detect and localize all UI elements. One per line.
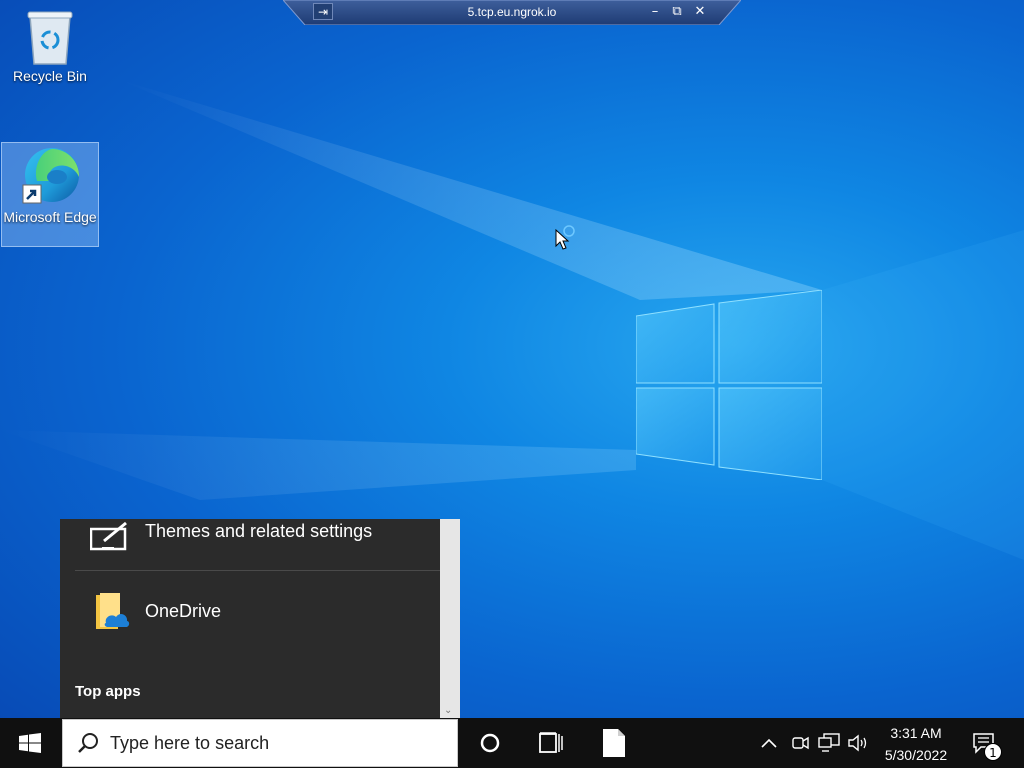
minimize-button[interactable]: –: [645, 3, 665, 21]
taskbar-search-box[interactable]: Type here to search: [62, 719, 458, 767]
mouse-cursor-icon: [555, 225, 575, 250]
volume-speaker-icon[interactable]: [848, 733, 870, 753]
top-apps-heading: Top apps: [75, 683, 141, 700]
microsoft-edge-icon: [22, 148, 80, 204]
desktop-icon-recycle-bin[interactable]: Recycle Bin: [1, 6, 99, 98]
panel-divider: [75, 570, 440, 571]
onedrive-folder-icon: [96, 593, 130, 629]
chevron-down-icon[interactable]: ⌄: [444, 705, 452, 716]
search-result-onedrive[interactable]: OneDrive: [145, 601, 221, 622]
clock-time: 3:31 AM: [890, 725, 942, 741]
clock-date: 5/30/2022: [884, 747, 948, 763]
notification-count-badge: 1: [984, 743, 1002, 761]
start-search-panel: Themes and related settings OneDrive Top…: [60, 519, 460, 718]
desktop-icon-label: Microsoft Edge: [3, 209, 97, 225]
search-result-themes-settings[interactable]: Themes and related settings: [145, 521, 372, 542]
meet-now-icon[interactable]: [790, 734, 810, 752]
file-explorer-document-icon[interactable]: [603, 729, 625, 757]
network-icon[interactable]: [818, 733, 840, 753]
desktop-icon-label: Recycle Bin: [13, 68, 87, 84]
remote-host-title: 5.tcp.eu.ngrok.io: [467, 5, 557, 19]
cortana-icon[interactable]: [480, 733, 500, 753]
panel-scrollbar[interactable]: ⌄: [440, 519, 460, 718]
windows-logo-wallpaper: [636, 290, 822, 480]
search-placeholder: Type here to search: [110, 733, 270, 753]
desktop-icon-microsoft-edge[interactable]: Microsoft Edge: [1, 142, 99, 247]
recycle-bin-icon: [27, 11, 73, 65]
start-button-windows-icon[interactable]: [19, 733, 41, 753]
themes-settings-icon: [90, 521, 127, 551]
taskbar-clock[interactable]: 3:31 AM 5/30/2022: [876, 722, 956, 766]
show-hidden-icons-chevron-up-icon[interactable]: [761, 737, 777, 749]
task-view-icon[interactable]: [539, 732, 563, 754]
close-button[interactable]: ✕: [690, 3, 710, 21]
restore-button[interactable]: ⧉: [667, 3, 687, 21]
search-icon: [78, 733, 98, 753]
